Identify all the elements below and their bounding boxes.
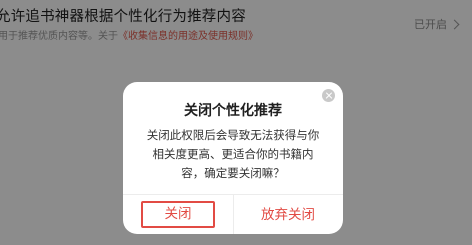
close-personalization-dialog: 关闭个性化推荐 关闭此权限后会导致无法获得与你相关度更高、更适合你的书籍内容，确… — [123, 82, 343, 234]
cancel-close-button[interactable]: 放弃关闭 — [233, 195, 343, 234]
dialog-button-row: 关闭 放弃关闭 — [123, 194, 343, 234]
confirm-close-button[interactable]: 关闭 — [141, 201, 215, 228]
dialog-message: 关闭此权限后会导致无法获得与你相关度更高、更适合你的书籍内容，确定要关闭嘛？ — [146, 128, 320, 180]
dialog-title: 关闭个性化推荐 — [184, 103, 282, 119]
screen: 允许追书神器根据个性化行为推荐内容 用于推荐优质内容等。关于《收集信息的用途及使… — [0, 0, 472, 245]
